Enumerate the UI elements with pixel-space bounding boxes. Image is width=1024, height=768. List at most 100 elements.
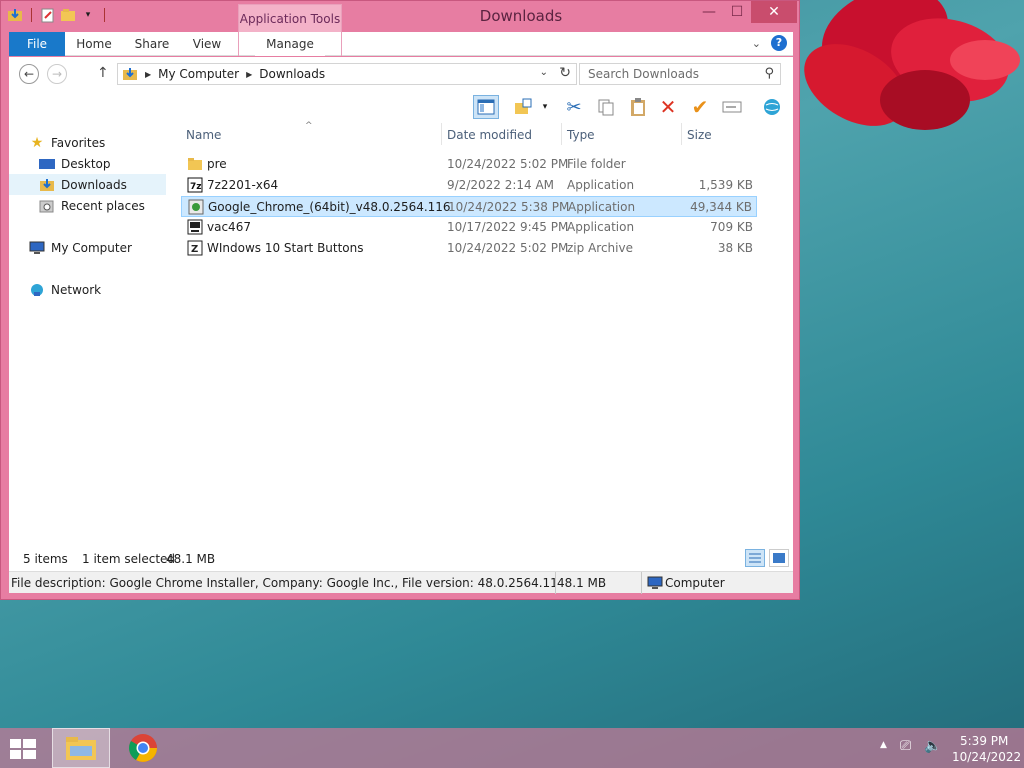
globe-icon[interactable]	[759, 95, 785, 119]
svg-text:Z: Z	[191, 244, 198, 255]
properties-icon[interactable]	[40, 6, 56, 24]
column-size[interactable]: Size	[687, 128, 712, 142]
folder-down-icon[interactable]	[7, 6, 23, 24]
tab-share[interactable]: Share	[129, 32, 175, 56]
breadcrumb-arrow-icon: ▶	[246, 69, 253, 79]
file-name: vac467	[207, 220, 251, 234]
help-icon[interactable]: ?	[771, 35, 787, 51]
details-size: 48.1 MB	[557, 576, 607, 590]
copy-icon[interactable]	[593, 95, 619, 119]
address-field[interactable]: ▶ My Computer ▶ Downloads ⌄ ↻	[117, 63, 577, 85]
file-size: 49,344 KB	[690, 200, 752, 214]
breadcrumb-downloads[interactable]: Downloads	[259, 67, 325, 81]
explorer-window: ▾ Application Tools Downloads — ☐ ✕ File…	[0, 0, 800, 600]
refresh-icon[interactable]: ↻	[559, 65, 571, 81]
column-date-modified[interactable]: Date modified	[447, 128, 532, 142]
close-button[interactable]: ✕	[751, 1, 797, 23]
tab-home[interactable]: Home	[71, 32, 117, 56]
cut-icon[interactable]: ✂	[561, 95, 587, 119]
ribbon-right-controls: ⌄ ?	[752, 35, 787, 51]
back-button[interactable]: ←	[19, 64, 39, 84]
nav-favorites[interactable]: ★ Favorites	[29, 132, 106, 153]
forward-button[interactable]: →	[47, 64, 67, 84]
table-row[interactable]: 7z 7z2201-x64 9/2/2022 2:14 AM Applicati…	[181, 175, 757, 196]
file-name: WIndows 10 Start Buttons	[207, 241, 364, 255]
table-row[interactable]: Z WIndows 10 Start Buttons 10/24/2022 5:…	[181, 238, 757, 259]
nav-downloads[interactable]: Downloads	[9, 174, 166, 195]
maximize-button[interactable]: ☐	[723, 1, 751, 23]
svg-text:7z: 7z	[190, 182, 202, 192]
nav-recent-places[interactable]: Recent places	[39, 195, 145, 216]
nav-network-label: Network	[51, 282, 102, 297]
nav-my-computer[interactable]: My Computer	[29, 237, 132, 258]
details-view-button[interactable]	[745, 549, 765, 567]
nav-desktop-label: Desktop	[61, 156, 111, 171]
minimize-button[interactable]: —	[695, 1, 723, 23]
tab-manage[interactable]: Manage	[255, 32, 325, 56]
desktop-wallpaper-flower	[780, 0, 1024, 160]
large-icons-view-button[interactable]	[769, 549, 789, 567]
column-name[interactable]: Name	[186, 128, 221, 142]
table-row[interactable]: vac467 10/17/2022 9:45 PM Application 70…	[181, 217, 757, 238]
taskbar-file-explorer[interactable]	[52, 728, 110, 768]
search-icon[interactable]: ⚲	[764, 66, 774, 81]
zip-icon: Z	[187, 240, 203, 256]
address-history-dropdown-icon[interactable]: ⌄	[540, 67, 548, 78]
network-tray-icon[interactable]: ⎚	[900, 738, 911, 754]
details-bar: File description: Google Chrome Installe…	[9, 571, 793, 594]
details-location: Computer	[665, 576, 725, 590]
expand-ribbon-icon[interactable]: ⌄	[752, 37, 761, 50]
file-date: 9/2/2022 2:14 AM	[447, 178, 555, 192]
start-button[interactable]	[8, 736, 38, 762]
clock-date[interactable]: 10/24/2022	[952, 750, 1021, 764]
installer-icon	[188, 199, 204, 215]
address-bar-row: ← → ↑ ▶ My Computer ▶ Downloads ⌄ ↻ Sear…	[9, 57, 793, 91]
qat-dropdown-icon[interactable]: ▾	[80, 6, 96, 24]
folder-options-icon[interactable]	[513, 95, 533, 119]
volume-icon[interactable]: 🔈	[924, 738, 941, 754]
file-type: Application	[567, 220, 635, 234]
breadcrumb-my-computer[interactable]: My Computer	[158, 67, 239, 81]
column-separator[interactable]	[441, 123, 442, 145]
nav-desktop[interactable]: Desktop	[39, 153, 111, 174]
file-description: File description: Google Chrome Installe…	[11, 576, 555, 590]
folder-options-dropdown-icon[interactable]: ▾	[539, 95, 551, 119]
selection-size: 48.1 MB	[166, 552, 216, 566]
new-folder-icon[interactable]	[60, 6, 76, 24]
window-title: Downloads	[479, 7, 563, 25]
clock-time[interactable]: 5:39 PM	[960, 734, 1008, 748]
preview-pane-icon[interactable]	[473, 95, 499, 119]
file-type: File folder	[567, 157, 626, 171]
table-row[interactable]: pre 10/24/2022 5:02 PM File folder	[181, 154, 757, 175]
tab-file[interactable]: File	[9, 32, 65, 56]
tab-view[interactable]: View	[185, 32, 229, 56]
file-size: 709 KB	[710, 220, 753, 234]
delete-icon[interactable]: ✕	[655, 95, 681, 119]
rename-icon[interactable]	[719, 95, 745, 119]
search-input[interactable]: Search Downloads ⚲	[579, 63, 781, 85]
file-name: pre	[207, 157, 227, 171]
file-explorer-icon	[66, 737, 96, 760]
command-toolbar: ▾ ✂ ✕ ✔	[9, 91, 793, 123]
status-bar: 5 items 1 item selected 48.1 MB	[9, 545, 793, 571]
nav-recent-places-label: Recent places	[61, 198, 145, 213]
title-bar: ▾ Application Tools Downloads — ☐ ✕	[1, 1, 801, 32]
file-type: zip Archive	[567, 241, 633, 255]
nav-favorites-label: Favorites	[51, 135, 106, 150]
column-separator[interactable]	[681, 123, 682, 145]
column-separator[interactable]	[561, 123, 562, 145]
check-icon[interactable]: ✔	[687, 95, 713, 119]
search-placeholder: Search Downloads	[588, 67, 699, 81]
nav-network[interactable]: Network	[29, 279, 101, 300]
table-row-selected[interactable]: Google_Chrome_(64bit)_v48.0.2564.116 10/…	[181, 196, 757, 217]
file-date: 10/17/2022 9:45 PM	[447, 220, 569, 234]
column-type[interactable]: Type	[567, 128, 595, 142]
paste-icon[interactable]	[625, 95, 651, 119]
folder-icon	[188, 158, 202, 170]
show-hidden-icons-icon[interactable]: ▲	[880, 740, 887, 750]
up-button[interactable]: ↑	[97, 65, 109, 81]
file-type: Application	[567, 178, 635, 192]
app-icon	[187, 219, 203, 235]
taskbar-chrome[interactable]	[114, 728, 172, 768]
qat-separator	[104, 8, 105, 22]
